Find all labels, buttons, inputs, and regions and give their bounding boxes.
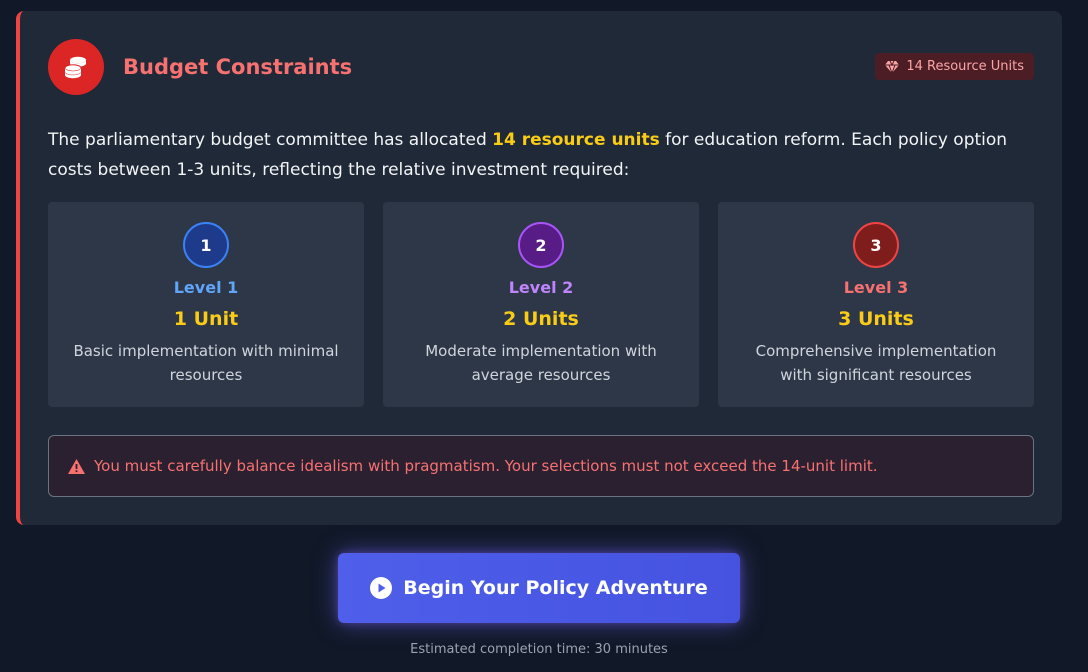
level-cost: 3 Units xyxy=(838,308,914,330)
level-card-1: 1 Level 1 1 Unit Basic implementation wi… xyxy=(48,202,364,407)
level-description: Moderate implementation with average res… xyxy=(425,342,657,384)
level-number-badge: 1 xyxy=(183,222,229,268)
warning-triangle-icon xyxy=(68,458,85,474)
completion-time-note: Estimated completion time: 30 minutes xyxy=(410,642,668,657)
level-number-badge: 2 xyxy=(518,222,564,268)
level-name: Level 1 xyxy=(173,278,239,297)
level-number-badge: 3 xyxy=(853,222,899,268)
intro-text-start: The parliamentary budget committee has a… xyxy=(48,130,493,150)
begin-adventure-label: Begin Your Policy Adventure xyxy=(403,577,708,599)
warning-text: You must carefully balance idealism with… xyxy=(94,457,878,475)
play-circle-icon xyxy=(370,577,393,599)
cost-levels: 1 Level 1 1 Unit Basic implementation wi… xyxy=(48,202,1034,407)
begin-adventure-button[interactable]: Begin Your Policy Adventure xyxy=(338,553,740,623)
budget-intro: The parliamentary budget committee has a… xyxy=(48,125,1038,185)
level-description: Comprehensive implementation with signif… xyxy=(755,342,997,384)
level-card-2: 2 Level 2 2 Units Moderate implementatio… xyxy=(383,202,699,407)
gem-icon xyxy=(885,60,900,73)
level-name: Level 2 xyxy=(508,278,574,297)
budget-warning: You must carefully balance idealism with… xyxy=(48,435,1034,497)
level-card-3: 3 Level 3 3 Units Comprehensive implemen… xyxy=(718,202,1034,407)
budget-constraints-card: Budget Constraints 14 Resource Units The… xyxy=(16,11,1062,525)
resource-units-badge: 14 Resource Units xyxy=(875,53,1034,80)
card-title: Budget Constraints xyxy=(123,55,353,79)
coins-icon xyxy=(48,39,104,95)
level-description: Basic implementation with minimal resour… xyxy=(73,342,339,384)
level-cost: 1 Unit xyxy=(173,308,239,330)
intro-highlight: 14 resource units xyxy=(492,130,660,150)
badge-label: 14 Resource Units xyxy=(906,59,1024,74)
level-cost: 2 Units xyxy=(503,308,579,330)
level-name: Level 3 xyxy=(843,278,909,297)
